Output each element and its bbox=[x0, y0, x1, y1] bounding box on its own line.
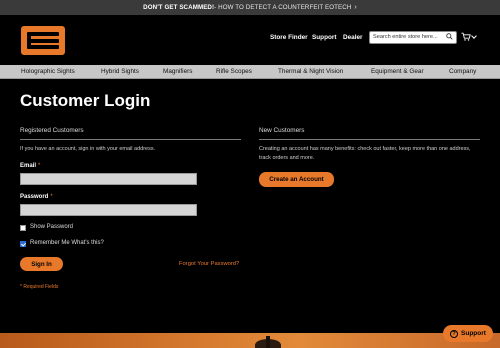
required-mark: * bbox=[38, 163, 41, 169]
cart-icon[interactable] bbox=[461, 32, 471, 41]
password-label: Password * bbox=[20, 194, 53, 200]
remember-me-label[interactable]: Remember Me What's this? bbox=[30, 240, 104, 246]
email-label-text: Email bbox=[20, 163, 37, 169]
email-label: Email * bbox=[20, 163, 40, 169]
new-customers-heading: New Customers bbox=[259, 127, 305, 134]
support-link[interactable]: Support bbox=[312, 34, 337, 41]
store-finder-link[interactable]: Store Finder bbox=[270, 34, 308, 41]
required-fields-note: * Required Fields bbox=[20, 284, 59, 290]
nav-item-magnifiers[interactable]: Magnifiers bbox=[163, 68, 192, 75]
main-nav: Holographic Sights Hybrid Sights Magnifi… bbox=[0, 65, 500, 79]
sign-in-button[interactable]: Sign In bbox=[20, 257, 63, 271]
dealer-link[interactable]: Dealer bbox=[343, 34, 363, 41]
registered-heading: Registered Customers bbox=[20, 127, 84, 134]
help-icon: ? bbox=[450, 329, 459, 338]
hero-shape bbox=[266, 336, 270, 348]
footer-hero-image bbox=[0, 333, 500, 348]
nav-item-hybrid-sights[interactable]: Hybrid Sights bbox=[101, 68, 139, 75]
search-placeholder: Search entire store here... bbox=[373, 34, 438, 40]
required-mark: * bbox=[50, 194, 53, 200]
registered-intro: If you have an account, sign in with you… bbox=[20, 146, 156, 152]
email-field[interactable] bbox=[20, 173, 197, 185]
chevron-down-icon[interactable] bbox=[471, 33, 477, 39]
site-header: Store Finder Support Dealer Search entir… bbox=[0, 15, 500, 65]
logo-bar-bottom bbox=[30, 45, 59, 49]
create-account-button[interactable]: Create an Account bbox=[259, 172, 334, 187]
forgot-password-link[interactable]: Forgot Your Password? bbox=[179, 261, 239, 267]
remember-me-checkbox[interactable] bbox=[20, 241, 26, 247]
nav-item-company[interactable]: Company bbox=[449, 68, 476, 75]
divider bbox=[259, 139, 480, 140]
new-customers-text: Creating an account has many benefits: c… bbox=[259, 146, 471, 161]
password-field[interactable] bbox=[20, 204, 197, 216]
announcement-text: - HOW TO DETECT A COUNTERFEIT EOTECH bbox=[214, 4, 352, 11]
show-password-label: Show Password bbox=[30, 224, 74, 230]
nav-item-rifle-scopes[interactable]: Rifle Scopes bbox=[216, 68, 252, 75]
nav-item-holographic-sights[interactable]: Holographic Sights bbox=[21, 68, 75, 75]
logo-bar-top bbox=[30, 32, 59, 36]
support-button[interactable]: ? Support bbox=[443, 325, 493, 342]
divider bbox=[20, 139, 241, 140]
search-input[interactable]: Search entire store here... bbox=[369, 31, 457, 44]
support-label: Support bbox=[461, 330, 486, 337]
password-label-text: Password bbox=[20, 194, 49, 200]
logo-bar-middle bbox=[30, 38, 59, 43]
nav-item-thermal-night-vision[interactable]: Thermal & Night Vision bbox=[278, 68, 343, 75]
chevron-right-icon: › bbox=[354, 4, 357, 11]
nav-item-equipment-gear[interactable]: Equipment & Gear bbox=[371, 68, 424, 75]
eotech-logo[interactable] bbox=[21, 26, 65, 55]
announcement-bold: DON'T GET SCAMMED! bbox=[143, 4, 215, 11]
page-title: Customer Login bbox=[20, 91, 151, 110]
search-icon[interactable] bbox=[446, 33, 453, 40]
show-password-checkbox[interactable] bbox=[20, 225, 26, 231]
announcement-bar[interactable]: DON'T GET SCAMMED! - HOW TO DETECT A COU… bbox=[0, 0, 500, 15]
